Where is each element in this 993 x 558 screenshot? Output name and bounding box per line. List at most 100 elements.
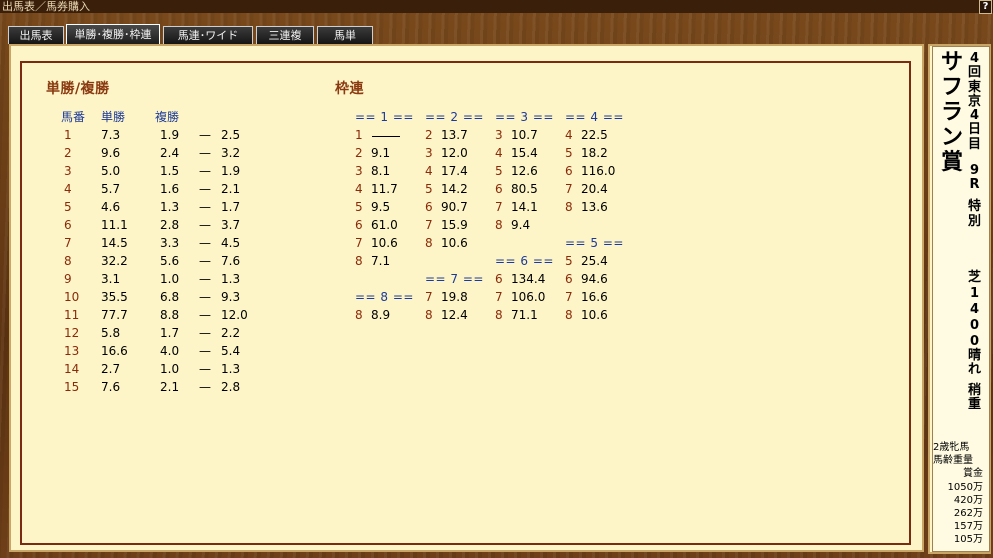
tab-win-place-bracket[interactable]: 単勝･複勝･枠連 (66, 24, 160, 45)
bracket-odds: 14.2 (441, 182, 468, 196)
bracket-odds: 71.1 (511, 308, 538, 322)
place-odds-max: 2.5 (221, 128, 241, 142)
horse-number: 3 (64, 164, 72, 178)
bracket-number: 5 (355, 200, 363, 214)
place-odds-max: 2.2 (221, 326, 241, 340)
place-odds-separator: — (199, 290, 211, 304)
race-number-char: R (969, 177, 980, 192)
place-odds-separator: — (199, 362, 211, 376)
place-odds-max: 12.0 (221, 308, 248, 322)
bracket-group-header: == 2 == (425, 110, 484, 124)
bracket-group-header: == 1 == (355, 110, 414, 124)
place-odds-min: 1.5 (160, 164, 180, 178)
bracket-odds: 12.4 (441, 308, 468, 322)
same-bracket-dash (372, 136, 400, 137)
race-meeting-char: 東 (967, 79, 981, 95)
race-name-char: ン (940, 125, 963, 150)
bracket-number: 3 (355, 164, 363, 178)
bracket-number: 8 (425, 236, 433, 250)
place-odds-max: 1.9 (221, 164, 241, 178)
bracket-number: 6 (495, 272, 503, 286)
place-odds-separator: — (199, 308, 211, 322)
place-odds-max: 2.8 (221, 380, 241, 394)
bracket-number: 5 (565, 254, 573, 268)
bracket-odds: 25.4 (581, 254, 608, 268)
race-meeting-char: 京 (967, 93, 981, 109)
tab-trio[interactable]: 三連複 (256, 26, 314, 44)
bracket-odds: 10.6 (581, 308, 608, 322)
win-odds: 5.8 (101, 326, 121, 340)
place-odds-separator: — (199, 380, 211, 394)
race-going: 稍重 (966, 384, 983, 412)
place-odds-max: 3.2 (221, 146, 241, 160)
horse-number: 11 (64, 308, 80, 322)
bracket-number: 7 (355, 236, 363, 250)
place-odds-max: 5.4 (221, 344, 241, 358)
bracket-number: 4 (355, 182, 363, 196)
bracket-odds: 9.4 (511, 218, 531, 232)
bracket-odds: 15.4 (511, 146, 538, 160)
bracket-odds: 14.1 (511, 200, 538, 214)
horse-number: 8 (64, 254, 72, 268)
place-odds-max: 2.1 (221, 182, 241, 196)
win-odds: 14.5 (101, 236, 128, 250)
race-meeting-char: 4 (969, 51, 980, 66)
bracket-odds: 12.0 (441, 146, 468, 160)
horse-number: 14 (64, 362, 80, 376)
bracket-number: 6 (355, 218, 363, 232)
race-number-char: 9 (969, 163, 980, 178)
place-odds-separator: — (199, 146, 211, 160)
tab-race-card[interactable]: 出馬表 (8, 26, 64, 44)
horse-number: 10 (64, 290, 80, 304)
race-course-char: 芝 (967, 270, 981, 285)
tab-quinella-wide[interactable]: 馬連･ワイド (163, 26, 253, 44)
race-class: 特別 (966, 199, 983, 229)
place-odds-separator: — (199, 164, 211, 178)
race-meeting-char: 日 (967, 122, 981, 138)
bracket-number: 4 (425, 164, 433, 178)
win-odds: 3.1 (101, 272, 121, 286)
bracket-number: 5 (425, 182, 433, 196)
prize-label: 賞金 (963, 468, 983, 479)
place-odds-min: 1.6 (160, 182, 180, 196)
bracket-group-header: == 3 == (495, 110, 554, 124)
place-odds-min: 3.3 (160, 236, 180, 250)
win-odds: 5.0 (101, 164, 121, 178)
bracket-odds: 94.6 (581, 272, 608, 286)
bracket-number: 2 (425, 128, 433, 142)
bracket-number: 5 (495, 164, 503, 178)
place-odds-separator: — (199, 218, 211, 232)
race-weather-char: れ (967, 362, 981, 377)
win-odds: 2.7 (101, 362, 121, 376)
bracket-number: 4 (565, 128, 573, 142)
horse-number: 13 (64, 344, 80, 358)
bracket-odds: 13.6 (581, 200, 608, 214)
horse-number: 4 (64, 182, 72, 196)
place-odds-max: 1.7 (221, 200, 241, 214)
help-button[interactable]: ? (979, 0, 992, 14)
race-course-char: 0 (969, 318, 980, 333)
tab-exacta[interactable]: 馬単 (317, 26, 373, 44)
bracket-number: 6 (565, 164, 573, 178)
bracket-title: 枠連 (335, 81, 364, 97)
race-meeting: 4回東京4日目 (966, 51, 983, 152)
bracket-group-header: == 5 == (565, 236, 624, 250)
bracket-odds: 7.1 (371, 254, 391, 268)
bracket-number: 3 (425, 146, 433, 160)
win-odds: 32.2 (101, 254, 128, 268)
bracket-number: 5 (565, 146, 573, 160)
race-meeting-char: 回 (967, 65, 981, 81)
horse-number: 5 (64, 200, 72, 214)
bracket-number: 2 (355, 146, 363, 160)
bracket-number: 8 (495, 308, 503, 322)
place-odds-min: 6.8 (160, 290, 180, 304)
bracket-number: 7 (565, 290, 573, 304)
place-odds-min: 8.8 (160, 308, 180, 322)
race-name-char: フ (940, 75, 963, 100)
place-odds-separator: — (199, 128, 211, 142)
bracket-odds: 18.2 (581, 146, 608, 160)
bracket-number: 6 (495, 182, 503, 196)
place-odds-separator: — (199, 254, 211, 268)
bracket-number: 7 (425, 290, 433, 304)
bracket-odds: 10.6 (371, 236, 398, 250)
